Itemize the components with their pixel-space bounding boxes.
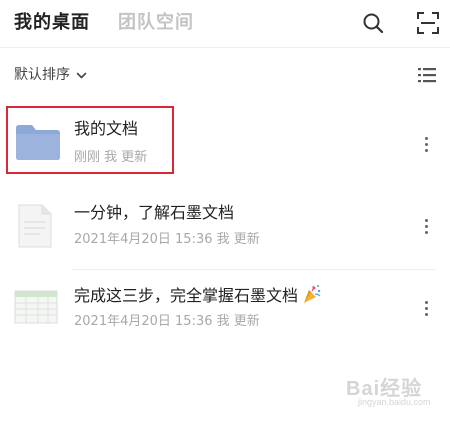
- file-title: 一分钟，了解石墨文档: [74, 203, 235, 222]
- tab-my-desktop[interactable]: 我的桌面: [14, 11, 90, 35]
- file-meta: 2021年4月20日 15:36 我 更新: [74, 314, 260, 329]
- sort-dropdown[interactable]: 默认排序: [14, 64, 87, 86]
- scan-icon[interactable]: [417, 12, 439, 34]
- highlight-box: [6, 106, 174, 174]
- more-options-icon[interactable]: [419, 216, 433, 236]
- list-item-document[interactable]: 一分钟，了解石墨文档 2021年4月20日 15:36 我 更新: [0, 190, 450, 270]
- tab-team-space[interactable]: 团队空间: [118, 11, 194, 35]
- divider: [72, 269, 436, 270]
- watermark-subtext: jingyan.baidu.com: [358, 397, 431, 407]
- file-meta: 2021年4月20日 15:36 我 更新: [74, 232, 260, 247]
- chevron-down-icon: [76, 72, 87, 78]
- top-bar: 我的桌面 团队空间: [0, 0, 450, 48]
- more-options-icon[interactable]: [419, 298, 433, 318]
- document-icon: [18, 204, 52, 248]
- app-screen: 我的桌面 团队空间 默认排序 我的文档 刚刚 我 更新 一分钟，了解石墨文档 2…: [0, 0, 450, 421]
- more-options-icon[interactable]: [419, 134, 433, 154]
- file-title-text: 完成这三步，完全掌握石墨文档: [74, 286, 299, 305]
- spreadsheet-icon: [14, 290, 58, 324]
- party-popper-icon: [304, 285, 321, 303]
- list-view-icon[interactable]: [417, 65, 437, 85]
- sort-bar: 默认排序: [0, 60, 450, 90]
- search-icon[interactable]: [362, 12, 384, 34]
- list-item-spreadsheet[interactable]: 完成这三步，完全掌握石墨文档 2021年4月20日 15:36 我 更新: [0, 272, 450, 352]
- file-title: 完成这三步，完全掌握石墨文档: [74, 284, 322, 307]
- sort-label: 默认排序: [14, 67, 70, 83]
- baidu-watermark: Bai经验 jingyan.baidu.com: [332, 362, 444, 412]
